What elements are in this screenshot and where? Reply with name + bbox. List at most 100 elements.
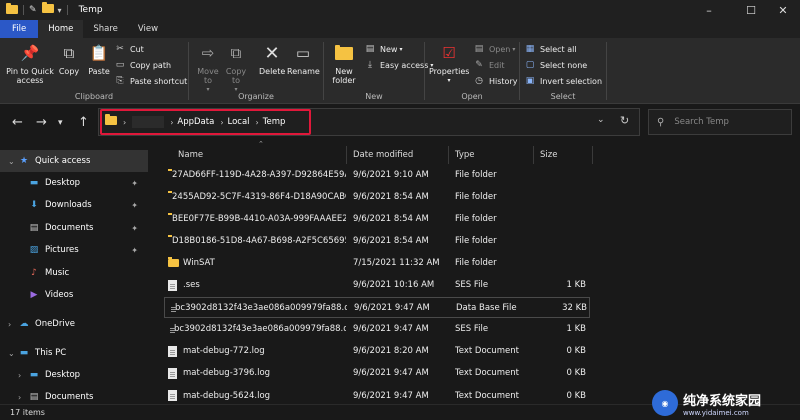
folder-icon — [6, 3, 18, 15]
file-name: bc3902d8132f43e3ae086a009979fa88.db — [175, 303, 347, 314]
paste-button[interactable]: 📋 Paste — [86, 42, 112, 76]
sidebar-item-downloads[interactable]: ⬇ Downloads ✦ — [0, 194, 148, 216]
title-bar: ✎ ▾ Temp – ☐ ✕ — [0, 0, 800, 20]
open-icon: ▤ — [474, 44, 484, 54]
column-divider[interactable] — [533, 146, 534, 164]
file-size: 1 KB — [566, 280, 586, 290]
close-button[interactable]: ✕ — [760, 0, 800, 20]
back-arrow-icon[interactable]: ← — [12, 115, 23, 130]
sidebar-item-videos[interactable]: ▶ Videos — [0, 284, 148, 306]
sidebar-item-pc-desktop[interactable]: › ▬ Desktop — [0, 364, 148, 386]
chevron-down-icon[interactable]: ⌄ — [597, 115, 605, 125]
new-folder-quick-icon[interactable] — [41, 2, 54, 16]
file-row[interactable]: BEE0F77E-B99B-4410-A03A-999FAAAEE2C5 9/6/… — [164, 208, 590, 229]
file-type: SES File — [455, 324, 489, 335]
file-name-cell: 27AD66FF-119D-4A28-A397-D92864E59A... — [168, 164, 346, 185]
divider — [23, 5, 24, 15]
file-row[interactable]: 27AD66FF-119D-4A28-A397-D92864E59A... 9/6… — [164, 164, 590, 185]
sidebar-item-quick-access[interactable]: ⌄ ★ Quick access — [0, 150, 148, 172]
video-icon: ▶ — [30, 290, 38, 300]
file-row[interactable]: .ses 9/6/2021 10:16 AM SES File 1 KB — [164, 275, 590, 296]
new-label: New — [365, 92, 383, 101]
file-icon — [168, 279, 177, 291]
properties-quick-icon[interactable]: ✎ — [29, 5, 37, 15]
search-icon: ⚲ — [657, 116, 665, 128]
file-row[interactable]: bc3902d8132f43e3ae086a009979fa88.db.ses 9… — [164, 319, 590, 340]
sidebar-item-desktop[interactable]: ▬ Desktop ✦ — [0, 172, 148, 194]
file-row[interactable]: D18B0186-51D8-4A67-B698-A2F5C65695... 9/6… — [164, 230, 590, 251]
file-row[interactable]: mat-debug-3796.log 9/6/2021 9:47 AM Text D… — [164, 363, 590, 384]
sidebar-item-pictures[interactable]: ▨ Pictures ✦ — [0, 239, 148, 261]
column-header-name[interactable]: Name — [178, 146, 203, 164]
column-header-date[interactable]: Date modified — [353, 146, 413, 164]
search-box[interactable]: ⚲ Search Temp — [648, 109, 792, 135]
file-size — [540, 186, 586, 207]
select-all-button[interactable]: ▦ Select all — [524, 42, 577, 56]
properties-button[interactable]: ☑ Properties ▾ — [429, 42, 469, 85]
watermark: ◉ 纯净系统家园 www.yidaimei.com — [652, 388, 792, 418]
file-icon — [168, 345, 177, 357]
column-divider[interactable] — [346, 146, 347, 164]
tab-share[interactable]: Share — [83, 20, 128, 38]
open-button[interactable]: ▤ Open ▾ — [473, 42, 516, 56]
file-type: File folder — [455, 257, 497, 268]
invert-selection-button[interactable]: ▣ Invert selection — [524, 74, 602, 88]
file-row[interactable]: 2455AD92-5C7F-4319-86F4-D18A90CABC... 9/6… — [164, 186, 590, 207]
paste-shortcut-button[interactable]: ⎘ Paste shortcut — [114, 74, 187, 88]
delete-icon: ✕ — [264, 42, 280, 64]
highlight-box — [100, 109, 311, 135]
move-to-button[interactable]: ⇨ Move to ▾ — [195, 42, 221, 94]
history-button[interactable]: ◷ History — [473, 74, 517, 88]
new-folder-icon — [333, 42, 355, 64]
sidebar-item-documents[interactable]: ▤ Documents ✦ — [0, 217, 148, 239]
customize-qat-icon[interactable]: ▾ — [58, 6, 62, 15]
clipboard-label: Clipboard — [74, 92, 114, 101]
rename-button[interactable]: ▭ Rename — [287, 42, 320, 76]
column-header-size[interactable]: Size — [540, 146, 557, 164]
document-icon: ▤ — [29, 392, 39, 402]
copy-button[interactable]: ⧉ Copy — [56, 42, 82, 76]
file-icon — [168, 390, 177, 401]
new-item-button[interactable]: ▤ New ▾ — [364, 42, 403, 56]
document-icon: ▤ — [29, 223, 39, 233]
edit-button[interactable]: ✎ Edit — [473, 58, 504, 72]
column-divider[interactable] — [448, 146, 449, 164]
tab-view[interactable]: View — [128, 20, 168, 38]
new-folder-button[interactable]: New folder — [328, 42, 360, 85]
column-divider[interactable] — [592, 146, 593, 164]
delete-button[interactable]: ✕ Delete — [259, 42, 285, 76]
up-arrow-icon[interactable]: ↑ — [78, 115, 89, 130]
copy-icon: ⧉ — [63, 43, 75, 62]
file-row[interactable]: bc3902d8132f43e3ae086a009979fa88.db 9/6/2… — [164, 296, 590, 318]
file-row[interactable]: mat-debug-772.log 9/6/2021 8:20 AM Text Do… — [164, 341, 590, 362]
navigation-pane: ⌄ ★ Quick access ▬ Desktop ✦ ⬇ Downloads… — [0, 142, 150, 404]
copy-to-button[interactable]: ⧉ Copy to ▾ — [223, 42, 249, 94]
file-name-cell: mat-debug-3796.log — [168, 363, 346, 384]
file-size: 0 KB — [566, 390, 586, 401]
file-name: bc3902d8132f43e3ae086a009979fa88.db.ses — [174, 324, 346, 335]
file-name: 27AD66FF-119D-4A28-A397-D92864E59A... — [172, 169, 346, 180]
file-row[interactable]: WinSAT 7/15/2021 11:32 AM File folder — [164, 252, 590, 273]
pin-quick-access-button[interactable]: 📌 Pin to Quick access — [4, 42, 56, 85]
new-group: New folder ▤ New ▾ ⤓ Easy access ▾ New — [324, 38, 433, 104]
minimize-button[interactable]: – — [686, 0, 732, 20]
cut-button[interactable]: ✂ Cut — [114, 42, 144, 56]
tab-home[interactable]: Home — [38, 20, 84, 38]
sidebar-item-this-pc[interactable]: ⌄ ▬ This PC — [0, 342, 148, 364]
copy-path-button[interactable]: ▭ Copy path — [114, 58, 171, 72]
sidebar-item-onedrive[interactable]: › ☁ OneDrive — [0, 313, 148, 335]
select-none-button[interactable]: ▢ Select none — [524, 58, 587, 72]
recent-locations-chevron-icon[interactable]: ▾ — [58, 118, 63, 128]
column-header-type[interactable]: Type — [455, 146, 475, 164]
forward-arrow-icon[interactable]: → — [36, 115, 47, 130]
tab-file[interactable]: File — [0, 20, 39, 38]
file-type: Text Document — [455, 346, 519, 357]
download-icon: ⬇ — [30, 200, 38, 210]
sidebar-item-music[interactable]: ♪ Music — [0, 262, 148, 284]
easy-access-button[interactable]: ⤓ Easy access ▾ — [364, 58, 433, 72]
file-date: 9/6/2021 9:47 AM — [353, 368, 429, 379]
pin-icon: ✦ — [131, 245, 138, 255]
file-date: 9/6/2021 8:54 AM — [353, 213, 429, 224]
refresh-icon[interactable]: ↻ — [620, 114, 629, 127]
file-row[interactable]: mat-debug-5624.log 9/6/2021 9:47 AM Text D… — [164, 385, 590, 406]
